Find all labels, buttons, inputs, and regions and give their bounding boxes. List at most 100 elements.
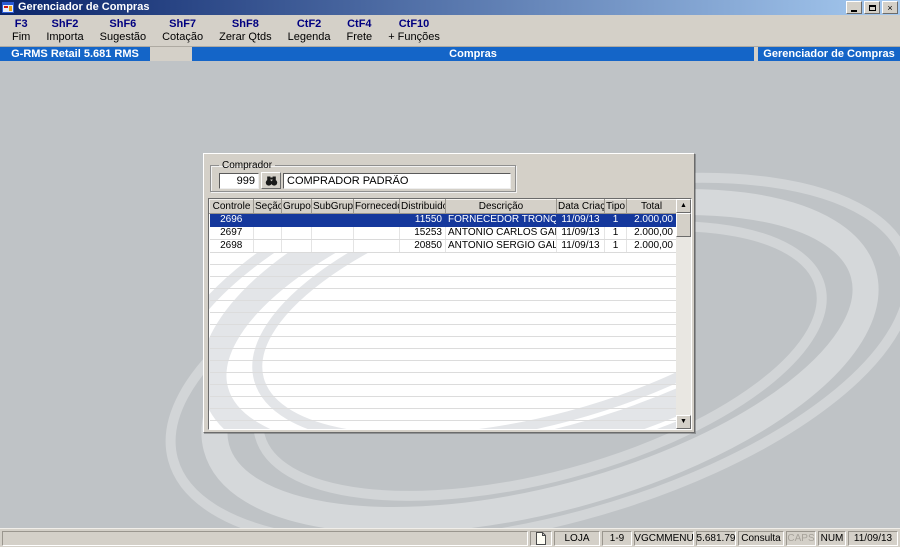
toolbar-label: Zerar Qtds bbox=[219, 30, 272, 43]
status-message-panel bbox=[2, 530, 528, 546]
app-icon bbox=[2, 1, 15, 14]
cell-se-o bbox=[253, 226, 282, 240]
cell-distribuidor: 20850 bbox=[399, 239, 446, 253]
toolbar-button-zerar-qtds[interactable]: ShF8 Zerar Qtds bbox=[211, 15, 280, 46]
cell-controle: 2697 bbox=[209, 226, 254, 240]
column-header-subgrupo: SubGrupo bbox=[311, 199, 354, 214]
cell-total: 2.000,00 bbox=[626, 226, 677, 240]
window-title: Gerenciador de Compras bbox=[18, 1, 150, 13]
document-icon bbox=[536, 531, 546, 545]
status-store: LOJA bbox=[554, 530, 600, 546]
scroll-down-button[interactable]: ▼ bbox=[676, 415, 691, 429]
scrollbar-thumb[interactable] bbox=[676, 213, 691, 237]
table-row[interactable]: 2696 11550FORNECEDOR TRONQUINI11/09/1312.… bbox=[209, 213, 677, 227]
toolbar-label: Frete bbox=[346, 30, 373, 43]
comprador-name-input[interactable] bbox=[283, 172, 511, 189]
purchases-table: ControleSeçãoGrupoSubGrupoFornecedorDist… bbox=[209, 199, 677, 429]
compras-dialog: Comprador Co bbox=[203, 153, 695, 433]
cell-tipo: 1 bbox=[604, 213, 627, 227]
status-document-panel bbox=[530, 530, 552, 546]
toolbar-button-fun-es[interactable]: CtF10 + Funções bbox=[380, 15, 448, 46]
toolbar-key: CtF2 bbox=[296, 17, 322, 30]
toolbar-button-sugest-o[interactable]: ShF6 Sugestão bbox=[92, 15, 154, 46]
column-header-total: Total bbox=[626, 199, 677, 214]
header-app-version: G-RMS Retail 5.681 RMS bbox=[0, 47, 150, 61]
cell-fornecedor bbox=[353, 213, 400, 227]
function-key-toolbar: F3 Fim ShF2 Importa ShF6 Sugestão ShF7 Cotação S… bbox=[0, 15, 900, 47]
cell-grupo bbox=[281, 213, 312, 227]
empty-row bbox=[209, 324, 677, 337]
binoculars-icon bbox=[265, 176, 277, 186]
status-date: 11/09/13 bbox=[848, 530, 898, 546]
column-header-tipo: Tipo bbox=[604, 199, 627, 214]
toolbar-button-legenda[interactable]: CtF2 Legenda bbox=[280, 15, 339, 46]
comprador-code-input[interactable] bbox=[219, 172, 259, 189]
comprador-groupbox: Comprador bbox=[210, 160, 516, 192]
toolbar-label: Cotação bbox=[162, 30, 204, 43]
empty-row bbox=[209, 396, 677, 409]
vertical-scrollbar[interactable]: ▲ ▼ bbox=[676, 199, 691, 429]
cell-fornecedor bbox=[353, 226, 400, 240]
cell-descri-o: FORNECEDOR TRONQUINI bbox=[445, 213, 557, 227]
toolbar-key: F3 bbox=[14, 17, 28, 30]
cell-subgrupo bbox=[311, 239, 354, 253]
status-range: 1-9 bbox=[602, 530, 632, 546]
toolbar-button-importa[interactable]: ShF2 Importa bbox=[38, 15, 91, 46]
header-gap bbox=[150, 47, 192, 61]
cell-distribuidor: 15253 bbox=[399, 226, 446, 240]
cell-distribuidor: 11550 bbox=[399, 213, 446, 227]
close-button[interactable]: × bbox=[882, 1, 898, 14]
cell-tipo: 1 bbox=[604, 226, 627, 240]
cell-data-cria-o: 11/09/13 bbox=[556, 213, 605, 227]
empty-row bbox=[209, 372, 677, 385]
close-icon: × bbox=[887, 2, 893, 13]
cell-descri-o: ANTONIO SERGIO GALVAO bbox=[445, 239, 557, 253]
status-caps-indicator: CAPS bbox=[786, 530, 816, 546]
empty-row bbox=[209, 360, 677, 373]
column-header-grupo: Grupo bbox=[281, 199, 312, 214]
minimize-button[interactable] bbox=[846, 1, 862, 14]
cell-grupo bbox=[281, 226, 312, 240]
comprador-label: Comprador bbox=[222, 160, 273, 171]
header-bar: G-RMS Retail 5.681 RMS Compras Gerenciad… bbox=[0, 47, 900, 61]
toolbar-label: + Funções bbox=[388, 30, 440, 43]
column-header-descri-o: Descrição bbox=[445, 199, 557, 214]
cell-data-cria-o: 11/09/13 bbox=[556, 226, 605, 240]
toolbar-key: ShF2 bbox=[51, 17, 79, 30]
toolbar-button-cota-o[interactable]: ShF7 Cotação bbox=[154, 15, 211, 46]
table-row[interactable]: 2698 20850ANTONIO SERGIO GALVAO11/09/1312… bbox=[209, 239, 677, 253]
status-menu: VGCMMENU bbox=[634, 530, 694, 546]
empty-row bbox=[209, 408, 677, 421]
toolbar-button-fim[interactable]: F3 Fim bbox=[4, 15, 38, 46]
empty-row bbox=[209, 348, 677, 361]
empty-row bbox=[209, 288, 677, 301]
cell-subgrupo bbox=[311, 213, 354, 227]
column-header-fornecedor: Fornecedor bbox=[353, 199, 400, 214]
empty-row bbox=[209, 276, 677, 289]
cell-descri-o: ANTONIO CARLOS GALLEGO bbox=[445, 226, 557, 240]
empty-row bbox=[209, 264, 677, 277]
header-screen-title: Gerenciador de Compras bbox=[758, 47, 900, 61]
table-row[interactable]: 2697 15253ANTONIO CARLOS GALLEGO11/09/131… bbox=[209, 226, 677, 240]
toolbar-button-frete[interactable]: CtF4 Frete bbox=[339, 15, 381, 46]
cell-subgrupo bbox=[311, 226, 354, 240]
cell-controle: 2698 bbox=[209, 239, 254, 253]
window-controls: × bbox=[846, 1, 898, 14]
compras-grid: ControleSeçãoGrupoSubGrupoFornecedorDist… bbox=[208, 198, 692, 430]
toolbar-key: ShF7 bbox=[169, 17, 197, 30]
toolbar-key: CtF10 bbox=[398, 17, 430, 30]
column-header-distribuidor: Distribuidor bbox=[399, 199, 446, 214]
empty-row bbox=[209, 300, 677, 313]
toolbar-label: Fim bbox=[12, 30, 31, 43]
binoculars-search-button[interactable] bbox=[261, 172, 281, 189]
empty-row bbox=[209, 312, 677, 325]
status-mode: Consulta bbox=[738, 530, 784, 546]
status-num-indicator: NUM bbox=[818, 530, 846, 546]
toolbar-label: Importa bbox=[46, 30, 84, 43]
header-module-title: Compras bbox=[192, 47, 754, 61]
scroll-up-button[interactable]: ▲ bbox=[676, 199, 691, 213]
toolbar-label: Sugestão bbox=[99, 30, 147, 43]
maximize-button[interactable] bbox=[864, 1, 880, 14]
toolbar-key: ShF6 bbox=[109, 17, 137, 30]
empty-row bbox=[209, 420, 677, 429]
